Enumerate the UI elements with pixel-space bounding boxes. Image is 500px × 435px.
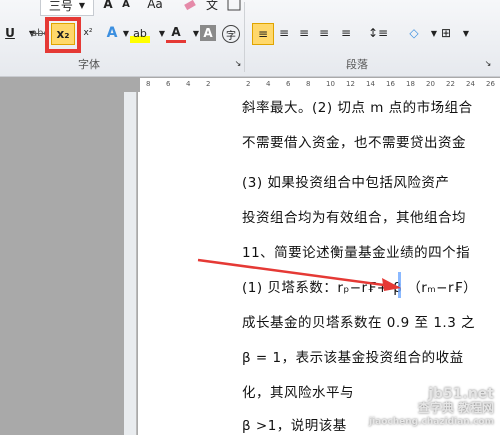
superscript-button[interactable]: x²: [78, 23, 98, 43]
underline-label: U: [5, 26, 15, 40]
dialog-launcher-icon: ↘: [484, 58, 492, 68]
change-case-button[interactable]: Aa: [142, 0, 168, 14]
ruler-tick-label: 2: [246, 80, 251, 88]
line-spacing-button[interactable]: ↕≡: [366, 23, 390, 43]
ruler-tick-label: 6: [286, 80, 291, 88]
superscript-label: x²: [83, 28, 93, 38]
ruler-tick-label: 10: [326, 80, 335, 88]
red-arrow-annotation: [197, 258, 401, 291]
ribbon: 三号 ▼ A A Aa 文 U ▼ abc x² A ▼ ab ▼ A ▼ A …: [0, 0, 500, 77]
doc-line[interactable]: 不需要借入资金，也不需要贷出资金: [242, 131, 466, 151]
ruler-tick-label: 8: [306, 80, 311, 88]
underline-button[interactable]: U: [0, 23, 20, 43]
clear-format-button[interactable]: [180, 0, 200, 14]
font-size-combo[interactable]: 三号 ▼: [40, 0, 94, 16]
watermark-text: 查字典 教程网: [417, 401, 494, 415]
shading-label: ◇: [409, 26, 419, 40]
shrink-font-label: A: [122, 0, 130, 10]
shrink-font-button[interactable]: A: [116, 0, 136, 14]
chevron-down-icon: ▼: [122, 28, 130, 38]
font-color-button[interactable]: A: [166, 23, 186, 43]
doc-line[interactable]: 斜率最大。(2) 切点 m 点的市场组合: [242, 96, 473, 116]
watermark: jb51.net 查字典 教程网 jiaocheng.chazidian.com: [369, 387, 494, 429]
doc-line[interactable]: 投资组合均为有效组合，其他组合均: [242, 206, 466, 226]
font-color-label: A: [171, 24, 181, 39]
ruler-tick-label: 8: [146, 80, 151, 88]
ribbon-row-1: 三号 ▼ A A Aa 文: [0, 0, 500, 16]
vertical-ruler[interactable]: [124, 92, 137, 435]
ruler-tick-label: 4: [186, 80, 191, 88]
align-center-label: ≡: [278, 26, 290, 40]
doc-line[interactable]: β >1，说明该基: [242, 414, 347, 434]
grow-font-button[interactable]: A: [98, 0, 118, 14]
chevron-down-icon: ▼: [78, 0, 86, 10]
watermark-site: jb51.net: [428, 386, 494, 402]
font-size-value: 三号: [48, 0, 73, 13]
chevron-down-icon: ▼: [462, 28, 470, 38]
align-right-label: ≡: [298, 26, 310, 40]
doc-line[interactable]: (3) 如果投资组合中包括风险资产: [242, 171, 449, 191]
ruler-tick-label: 14: [366, 80, 375, 88]
font-dialog-launcher[interactable]: ↘: [228, 56, 248, 70]
ruler-tick-label: 20: [426, 80, 435, 88]
distributed-label: ≡: [340, 26, 352, 40]
subscript-highlight-box: [45, 17, 81, 53]
enclose-label: 字: [226, 30, 236, 42]
ruler-tick-label: 4: [266, 80, 271, 88]
align-left-label: ≡: [257, 27, 269, 41]
watermark-url: jiaocheng.chazidian.com: [368, 417, 494, 427]
paragraph-dialog-launcher[interactable]: ↘: [478, 56, 498, 70]
highlight-button[interactable]: ab: [130, 23, 150, 43]
phonetic-button[interactable]: 文: [202, 0, 222, 14]
doc-line[interactable]: 化，其风险水平与: [242, 381, 354, 401]
ruler-tick-label: 12: [346, 80, 355, 88]
justify-label: ≡: [318, 26, 330, 40]
align-left-button[interactable]: ≡: [252, 23, 274, 45]
line-spacing-label: ↕≡: [367, 26, 389, 40]
chevron-down-icon: ▼: [158, 28, 166, 38]
doc-line[interactable]: 成长基金的贝塔系数在 0.9 至 1.3 之: [242, 311, 475, 331]
ruler-tick-label: 16: [386, 80, 395, 88]
borders-label: ⊞: [440, 26, 452, 40]
enclose-char-button[interactable]: [224, 0, 244, 14]
doc-line[interactable]: β = 1，表示该基金投资组合的收益: [242, 346, 464, 366]
enclose-button[interactable]: 字: [222, 25, 240, 43]
ruler-tick-label: 24: [466, 80, 475, 88]
change-case-label: Aa: [147, 0, 163, 11]
font-group-label: 字体: [78, 58, 100, 71]
phonetic-label: 文: [205, 0, 218, 12]
shading-button[interactable]: ◇: [404, 23, 424, 43]
horizontal-ruler[interactable]: 8 6 4 2 2 4 6 8 10 12 14 16 18 20 22 24 26: [140, 78, 500, 93]
ruler-tick-label: 6: [166, 80, 171, 88]
ruler-tick-label: 22: [446, 80, 455, 88]
distributed-button[interactable]: ≡: [336, 23, 356, 43]
grow-font-label: A: [103, 0, 113, 11]
ruler-tick-label: 26: [486, 80, 495, 88]
highlight-label: ab: [133, 26, 147, 40]
align-right-button[interactable]: ≡: [294, 23, 314, 43]
borders-dropdown[interactable]: ▼: [456, 23, 476, 43]
char-shading-label: A: [203, 26, 213, 40]
eraser-icon: [184, 0, 196, 11]
enclosed-a-icon: [227, 0, 241, 11]
borders-button[interactable]: ⊞: [436, 23, 456, 43]
ruler-tick-label: 18: [406, 80, 415, 88]
dialog-launcher-icon: ↘: [234, 58, 242, 68]
align-center-button[interactable]: ≡: [274, 23, 294, 43]
chevron-down-icon: ▼: [192, 28, 200, 38]
char-shading-button[interactable]: A: [200, 25, 216, 41]
paragraph-group-label: 段落: [346, 58, 368, 71]
justify-button[interactable]: ≡: [314, 23, 334, 43]
ruler-tick-label: 2: [206, 80, 211, 88]
